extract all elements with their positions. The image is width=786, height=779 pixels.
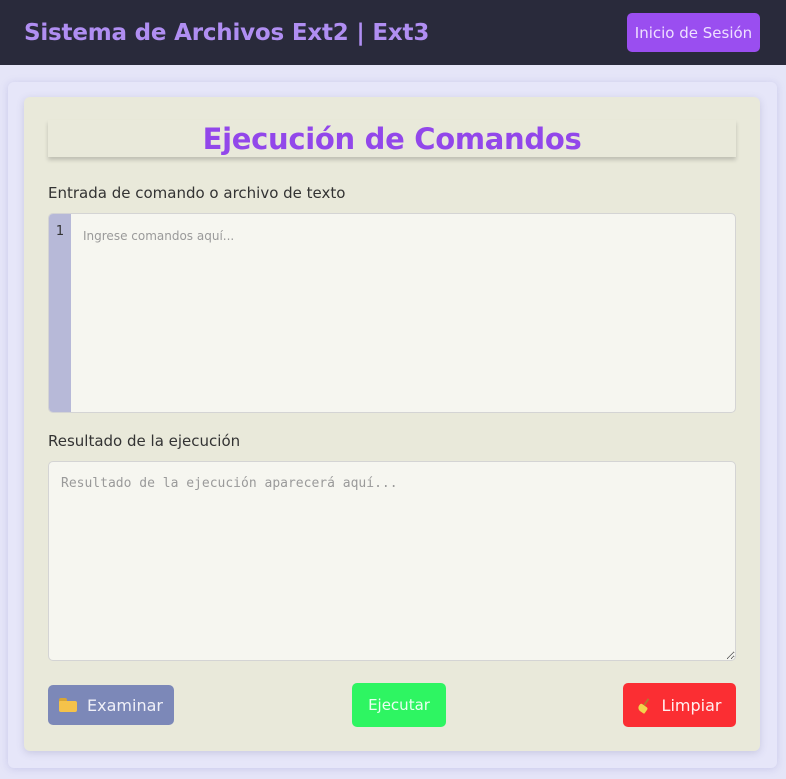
command-input-label: Entrada de comando o archivo de texto	[48, 184, 346, 202]
app-title: Sistema de Archivos Ext2 | Ext3	[24, 19, 430, 46]
page-title: Ejecución de Comandos	[202, 121, 582, 156]
heading-bar: Ejecución de Comandos	[48, 120, 736, 157]
browse-button-label: Examinar	[87, 695, 163, 715]
result-output[interactable]	[48, 461, 736, 661]
line-number: 1	[55, 224, 65, 239]
top-navbar: Sistema de Archivos Ext2 | Ext3 Inicio d…	[0, 0, 786, 65]
run-button-label: Ejecutar	[368, 696, 430, 714]
broom-icon	[636, 698, 652, 714]
folder-icon	[59, 698, 78, 712]
command-input[interactable]	[71, 214, 735, 412]
login-button[interactable]: Inicio de Sesión	[627, 13, 760, 52]
run-button[interactable]: Ejecutar	[352, 683, 446, 727]
command-editor: 1	[48, 213, 736, 413]
browse-button[interactable]: Examinar	[48, 685, 174, 725]
result-output-label: Resultado de la ejecución	[48, 432, 241, 450]
clear-button[interactable]: Limpiar	[623, 683, 736, 727]
clear-button-label: Limpiar	[661, 695, 722, 715]
line-number-gutter: 1	[49, 214, 71, 412]
